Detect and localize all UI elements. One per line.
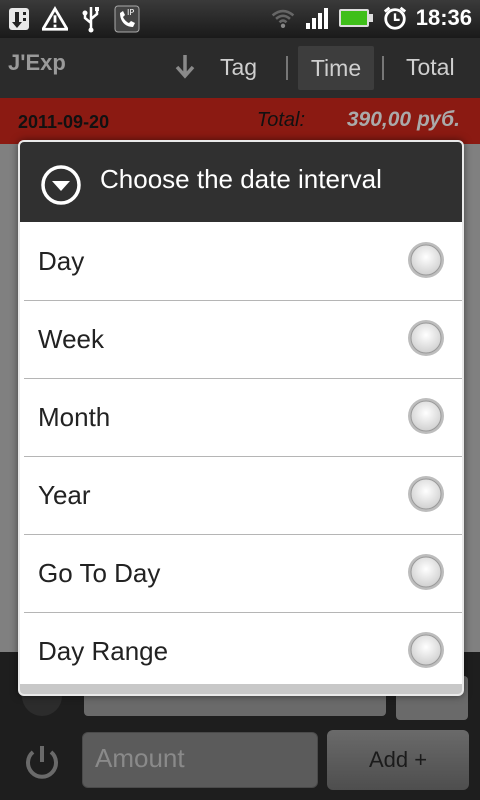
alarm-icon <box>382 4 408 32</box>
tab-tag[interactable]: Tag <box>220 54 257 81</box>
radio-button[interactable] <box>406 396 446 436</box>
option-month[interactable]: Month <box>24 378 462 457</box>
radio-button[interactable] <box>406 318 446 358</box>
chevron-down-circle-icon <box>41 165 81 205</box>
total-value: 390,00 руб. <box>346 108 460 131</box>
option-label: Day <box>38 246 85 276</box>
radio-button[interactable] <box>406 474 446 514</box>
option-day[interactable]: Day <box>24 222 462 301</box>
battery-icon <box>338 4 374 32</box>
warning-icon <box>42 5 68 33</box>
radio-button[interactable] <box>406 630 446 670</box>
option-year[interactable]: Year <box>24 456 462 535</box>
tab-time-label: Time <box>310 54 362 81</box>
option-label: Go To Day <box>38 558 161 588</box>
download-icon <box>6 5 32 33</box>
usb-icon <box>78 5 104 33</box>
amount-input[interactable]: Amount <box>82 732 318 788</box>
date-header: 2011-09-20 Total: 390,00 руб. <box>0 98 480 144</box>
option-label: Month <box>38 402 111 432</box>
option-week[interactable]: Week <box>24 300 462 379</box>
radio-button[interactable] <box>406 552 446 592</box>
option-label: Week <box>38 324 104 354</box>
svg-text:IP: IP <box>127 8 134 17</box>
power-icon[interactable] <box>20 740 64 784</box>
add-button[interactable]: Add + <box>327 730 469 790</box>
date-interval-dialog: Choose the date interval Day Week Month … <box>18 140 464 696</box>
wifi-icon <box>270 4 296 32</box>
signal-icon <box>304 4 330 32</box>
sort-arrow-icon[interactable] <box>172 52 198 82</box>
app-title: J'Exp <box>8 50 66 75</box>
dialog-title: Choose the date interval <box>100 164 382 194</box>
tab-divider <box>382 56 384 80</box>
app-bar: J'Exp Tag Time Total <box>0 38 480 98</box>
status-clock: 18:36 <box>415 5 472 30</box>
tab-divider <box>286 56 288 80</box>
tab-time[interactable]: Time <box>298 46 374 90</box>
option-go-to-day[interactable]: Go To Day <box>24 534 462 613</box>
total-label: Total: <box>256 109 305 131</box>
dialog-footer <box>20 684 462 694</box>
option-label: Day Range <box>38 636 169 666</box>
date-label: 2011-09-20 <box>18 112 110 132</box>
option-label: Year <box>38 480 91 510</box>
dialog-header: Choose the date interval <box>20 142 462 222</box>
option-day-range[interactable]: Day Range <box>24 612 462 690</box>
phone-ip-icon: IP <box>114 5 140 33</box>
status-bar: IP 18:36 <box>0 0 480 38</box>
tab-total[interactable]: Total <box>406 54 455 81</box>
radio-button[interactable] <box>406 240 446 280</box>
